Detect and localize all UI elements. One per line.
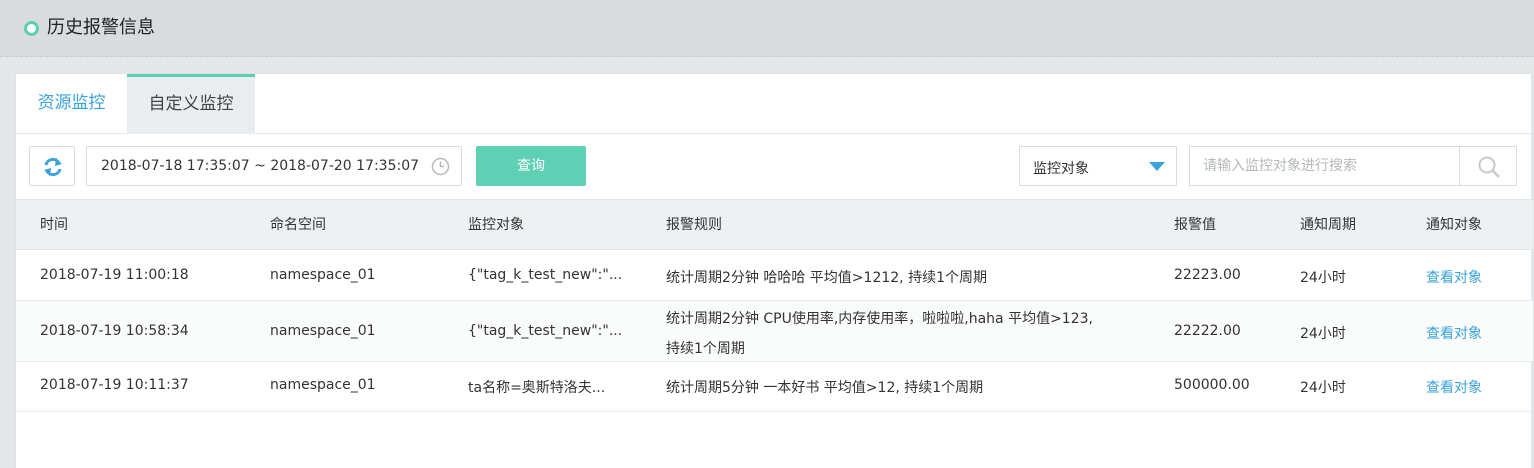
- search-input[interactable]: [1189, 146, 1460, 186]
- view-object-link[interactable]: 查看对象: [1426, 323, 1482, 343]
- cell-time: 2018-07-19 11:00:18: [40, 267, 189, 283]
- table-row: 2018-07-19 11:00:18 namespace_01 {"tag_k…: [16, 250, 1533, 301]
- cell-rule: 统计周期5分钟 一本好书 平均值>12, 持续1个周期: [666, 380, 984, 396]
- cell-value: 22223.00: [1174, 267, 1241, 283]
- view-object-link[interactable]: 查看对象: [1426, 267, 1482, 287]
- clock-icon: [431, 157, 450, 176]
- refresh-button[interactable]: [29, 146, 75, 186]
- cell-time: 2018-07-19 10:11:37: [40, 377, 189, 393]
- date-range-picker[interactable]: 2018-07-18 17:35:07 ~ 2018-07-20 17:35:0…: [86, 146, 462, 186]
- cell-object: ta名称=奥斯特洛夫...: [468, 380, 606, 396]
- date-range-value: 2018-07-18 17:35:07 ~ 2018-07-20 17:35:0…: [101, 158, 420, 174]
- tab-bar: 资源监控 自定义监控: [16, 74, 1533, 134]
- view-object-link[interactable]: 查看对象: [1426, 377, 1482, 397]
- cell-period: 24小时: [1300, 380, 1346, 396]
- tab-resource-monitor[interactable]: 资源监控: [16, 74, 127, 134]
- search-icon: [1478, 156, 1500, 178]
- page-header: 历史报警信息: [0, 0, 1534, 57]
- cell-period: 24小时: [1300, 326, 1346, 342]
- cell-rule-line2: 持续1个周期: [666, 341, 745, 357]
- column-header-value: 报警值: [1174, 217, 1216, 233]
- column-header-target: 通知对象: [1426, 217, 1482, 233]
- cell-period: 24小时: [1300, 270, 1346, 286]
- table-row: 2018-07-19 10:11:37 namespace_01 ta名称=奥斯…: [16, 362, 1533, 412]
- column-header-time: 时间: [40, 217, 68, 233]
- refresh-icon: [44, 157, 62, 177]
- table-row: 2018-07-19 10:58:34 namespace_01 {"tag_k…: [16, 301, 1533, 362]
- cell-namespace: namespace_01: [270, 267, 376, 283]
- cell-object: {"tag_k_test_new":"...: [468, 323, 623, 339]
- cell-time: 2018-07-19 10:58:34: [40, 323, 189, 339]
- select-value: 监控对象: [1033, 161, 1089, 177]
- cell-value: 22222.00: [1174, 323, 1241, 339]
- column-header-period: 通知周期: [1300, 217, 1356, 233]
- column-header-object: 监控对象: [468, 217, 524, 233]
- column-header-rule: 报警规则: [666, 217, 722, 233]
- search-button[interactable]: [1459, 146, 1517, 186]
- page-title: 历史报警信息: [47, 17, 155, 38]
- monitor-object-select[interactable]: 监控对象: [1019, 146, 1177, 186]
- status-dot-icon: [24, 21, 39, 36]
- cell-namespace: namespace_01: [270, 377, 376, 393]
- table-header: 时间 命名空间 监控对象 报警规则 报警值 通知周期 通知对象: [16, 199, 1533, 250]
- tab-custom-monitor[interactable]: 自定义监控: [127, 74, 255, 134]
- content-panel: 资源监控 自定义监控 2018-07-18 17:35:07 ~ 2018-07…: [15, 73, 1533, 468]
- query-button[interactable]: 查询: [476, 146, 586, 186]
- column-header-namespace: 命名空间: [270, 217, 326, 233]
- cell-namespace: namespace_01: [270, 323, 376, 339]
- cell-rule: 统计周期2分钟 哈哈哈 平均值>1212, 持续1个周期: [666, 270, 987, 286]
- cell-rule: 统计周期2分钟 CPU使用率,内存使用率，啦啦啦,haha 平均值>123,: [666, 311, 1093, 327]
- cell-value: 500000.00: [1174, 377, 1250, 393]
- caret-down-icon: [1149, 162, 1165, 171]
- cell-object: {"tag_k_test_new":"...: [468, 267, 623, 283]
